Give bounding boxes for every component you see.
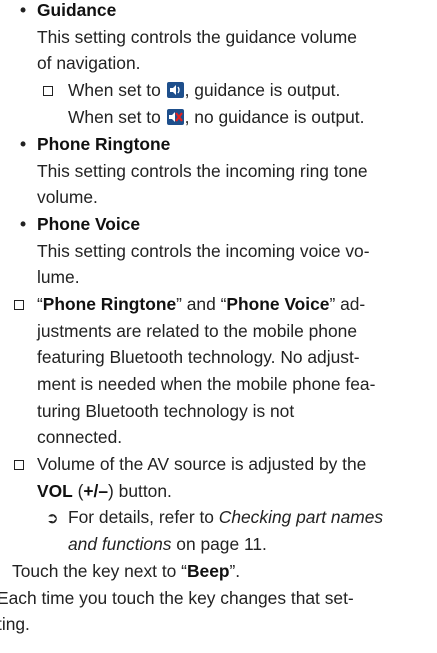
voice-desc-2: lume.	[37, 267, 80, 287]
note-line: featuring Bluetooth technology. No adjus…	[37, 347, 360, 367]
bullet: •	[20, 0, 27, 20]
reference-arrow-icon: ➲	[46, 510, 59, 527]
voice-heading: Phone Voice	[37, 214, 141, 234]
note-checkbox-icon	[14, 300, 24, 310]
speaker-mute-icon	[166, 109, 184, 125]
guidance-on-note: When set to , guidance is output.	[68, 80, 341, 100]
guidance-desc-2: of navigation.	[37, 53, 141, 73]
guidance-heading: Guidance	[37, 0, 117, 20]
note-checkbox-icon	[14, 460, 24, 470]
guidance-desc: This setting controls the guidance volum…	[37, 27, 357, 47]
note-line: ment is needed when the mobile phone fea…	[37, 374, 376, 394]
ringtone-desc: This setting controls the incoming ring …	[37, 161, 368, 181]
guidance-off-note: When set to , no guidance is output.	[68, 107, 365, 127]
reference-text: For details, refer to Checking part name…	[68, 507, 384, 527]
bullet: •	[20, 134, 27, 154]
note-line: turing Bluetooth technology is not	[37, 401, 295, 421]
vol-button-note: VOL (+/–) button.	[37, 481, 172, 501]
note-line: connected.	[37, 427, 123, 447]
bullet: •	[20, 214, 27, 234]
note-checkbox-icon	[43, 86, 53, 96]
step-result-2: ting.	[0, 614, 30, 634]
ringtone-heading: Phone Ringtone	[37, 134, 171, 154]
ringtone-desc-2: volume.	[37, 187, 98, 207]
voice-desc: This setting controls the incoming voice…	[37, 241, 370, 261]
reference-text-2: and functions on page 11.	[68, 534, 267, 554]
note-phone-adjustments: “Phone Ringtone” and “Phone Voice” ad-	[37, 294, 366, 314]
note-av-volume: Volume of the AV source is adjusted by t…	[37, 454, 367, 474]
speaker-on-icon	[166, 82, 184, 98]
step-result: Each time you touch the key changes that…	[0, 588, 354, 608]
manual-page: • Guidance This setting controls the gui…	[0, 0, 437, 653]
step-instruction: Touch the key next to “Beep”.	[12, 561, 241, 581]
note-line: justments are related to the mobile phon…	[37, 321, 357, 341]
